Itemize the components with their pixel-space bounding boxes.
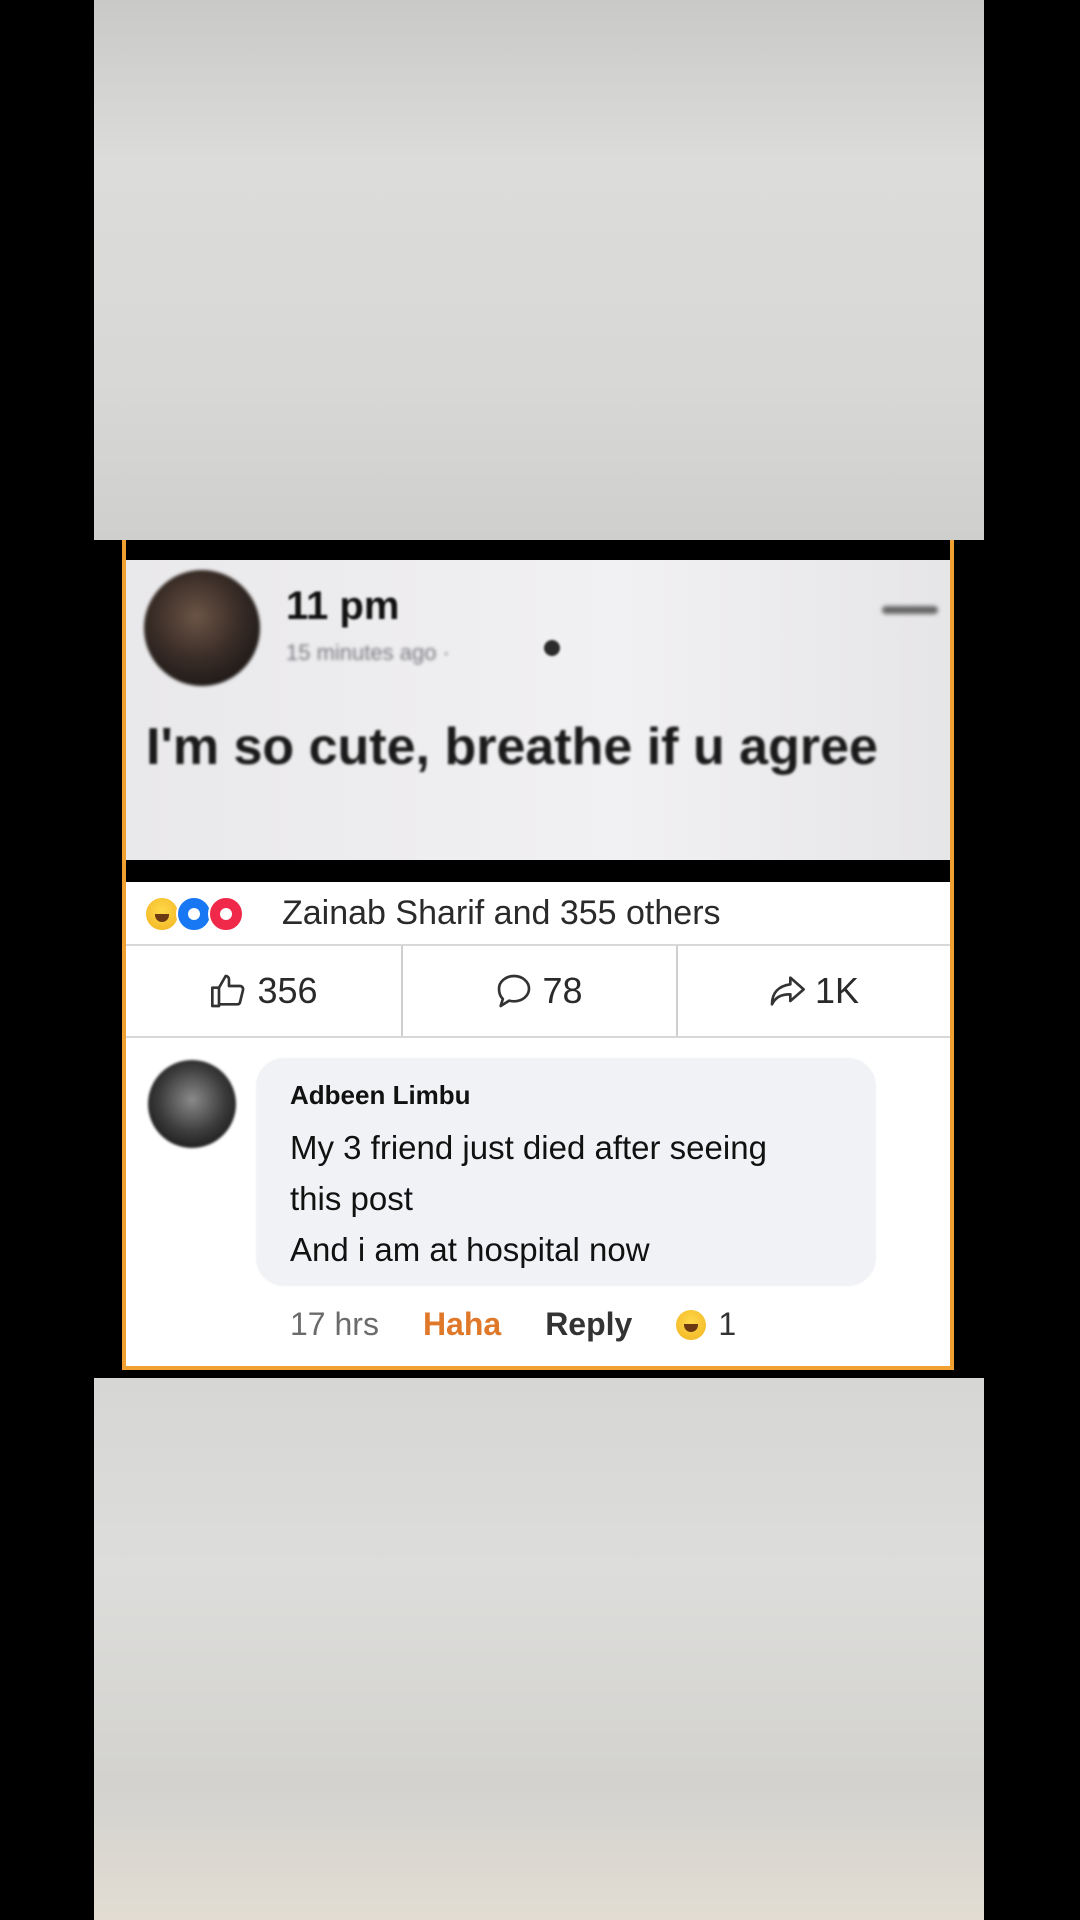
haha-icon xyxy=(144,896,180,932)
comment-item: Adbeen Limbu My 3 friend just died after… xyxy=(126,1040,950,1366)
blurred-background-top xyxy=(94,0,984,540)
comment-line: this post xyxy=(290,1180,413,1217)
thumbs-up-icon xyxy=(211,974,245,1008)
share-button[interactable]: 1K xyxy=(676,946,950,1036)
reactions-text: Zainab Sharif and 355 others xyxy=(282,894,721,932)
more-options-icon[interactable] xyxy=(882,606,938,614)
like-count: 356 xyxy=(257,970,318,1011)
post-timestamp: 15 minutes ago · xyxy=(286,640,450,665)
comment-icon xyxy=(498,974,531,1008)
post-author-name[interactable]: 11 pm xyxy=(286,584,399,629)
comment-line: And i am at hospital now xyxy=(290,1231,650,1268)
commenter-avatar[interactable] xyxy=(148,1060,236,1148)
haha-icon xyxy=(676,1309,707,1340)
like-button[interactable]: 356 xyxy=(126,946,403,1036)
haha-reaction-button[interactable]: Haha xyxy=(423,1306,501,1343)
comment-button[interactable]: 78 xyxy=(401,946,678,1036)
post-text: I'm so cute, breathe if u agree xyxy=(146,718,878,776)
like-icon xyxy=(176,896,212,932)
comment-reaction-number: 1 xyxy=(718,1306,737,1342)
comment-actions: 17 hrs Haha Reply 1 xyxy=(290,1306,736,1343)
reaction-icons xyxy=(144,896,274,932)
globe-icon xyxy=(544,640,560,656)
blurred-background-bottom xyxy=(94,1378,984,1920)
share-icon xyxy=(770,976,805,1006)
comment-timestamp: 17 hrs xyxy=(290,1306,379,1342)
action-stats-bar: 356 78 1K xyxy=(126,946,950,1038)
post-header-section: 11 pm 15 minutes ago · I'm so cute, brea… xyxy=(126,540,950,882)
comment-text: My 3 friend just died after seeing this … xyxy=(290,1122,870,1275)
reactions-summary[interactable]: Zainab Sharif and 355 others xyxy=(126,882,950,946)
commenter-name[interactable]: Adbeen Limbu xyxy=(290,1080,471,1111)
comment-line: My 3 friend just died after seeing xyxy=(290,1129,767,1166)
post-body: 11 pm 15 minutes ago · I'm so cute, brea… xyxy=(126,560,950,860)
facebook-post-screenshot: 11 pm 15 minutes ago · I'm so cute, brea… xyxy=(122,540,954,1370)
author-avatar[interactable] xyxy=(144,570,260,686)
reply-button[interactable]: Reply xyxy=(545,1306,632,1343)
comment-count: 78 xyxy=(542,970,583,1011)
comment-reaction-count[interactable]: 1 xyxy=(676,1306,736,1343)
share-count: 1K xyxy=(814,970,860,1011)
love-icon xyxy=(208,896,244,932)
